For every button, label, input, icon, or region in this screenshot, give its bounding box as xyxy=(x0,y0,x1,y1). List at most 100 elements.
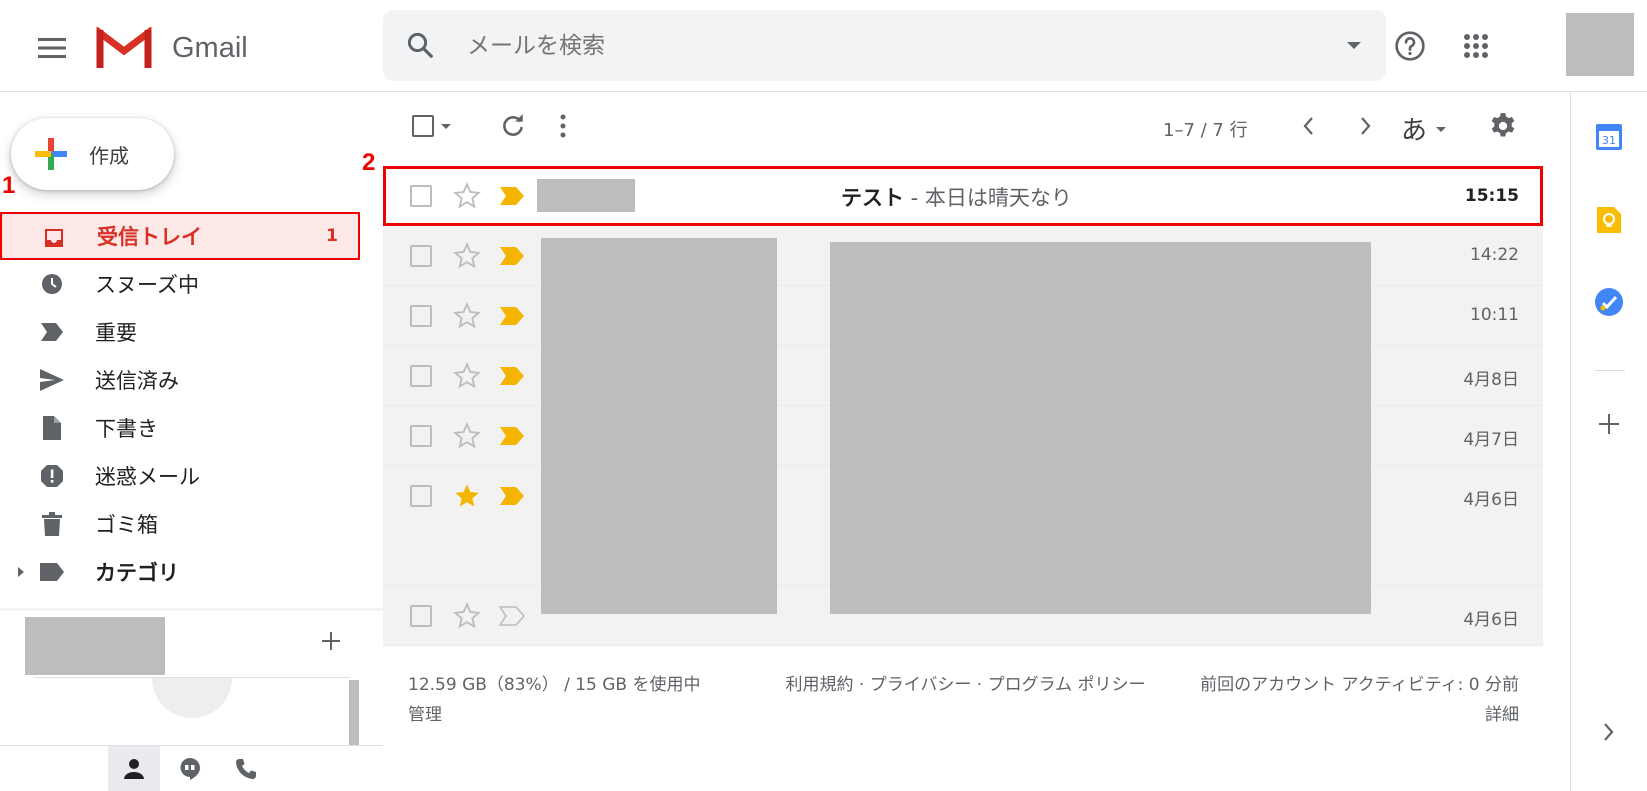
row-checkbox[interactable] xyxy=(410,365,432,387)
help-button[interactable] xyxy=(1386,22,1434,70)
settings-button[interactable] xyxy=(1485,108,1521,144)
row-checkbox[interactable] xyxy=(410,245,432,267)
compose-button[interactable]: 作成 xyxy=(11,118,174,190)
search-bar xyxy=(383,10,1386,81)
not-important-marker-icon[interactable] xyxy=(499,606,525,626)
get-addons-button[interactable] xyxy=(1589,404,1629,444)
important-marker-icon[interactable] xyxy=(499,426,525,446)
row-checkbox[interactable] xyxy=(410,485,432,507)
star-outline-icon[interactable] xyxy=(453,182,481,210)
hangouts-tab-bar xyxy=(0,745,383,791)
redacted-senders-block xyxy=(541,238,777,614)
star-filled-icon[interactable] xyxy=(453,482,481,510)
hangouts-user-avatar[interactable] xyxy=(25,617,165,675)
refresh-button[interactable] xyxy=(495,108,531,144)
sidebar-item-important[interactable]: 重要 xyxy=(0,308,360,356)
activity-details-link[interactable]: 詳細 xyxy=(1200,700,1519,730)
more-options-button[interactable] xyxy=(551,108,575,144)
hangouts-scrollbar[interactable] xyxy=(349,680,359,746)
conversations-tab[interactable] xyxy=(164,746,216,791)
calendar-day: 31 xyxy=(1602,134,1616,147)
email-time: 4月7日 xyxy=(1463,430,1519,450)
calendar-icon: 31 xyxy=(1596,124,1622,150)
redacted-subjects-block xyxy=(830,242,1371,614)
search-icon[interactable] xyxy=(405,30,435,60)
gmail-logo[interactable]: Gmail xyxy=(96,24,248,72)
add-contact-icon[interactable] xyxy=(320,630,342,652)
apps-button[interactable] xyxy=(1452,22,1500,70)
clock-icon xyxy=(38,272,66,296)
table-row[interactable]: テスト - 本日は晴天なり 15:15 xyxy=(383,166,1543,226)
older-page-button[interactable] xyxy=(1351,108,1381,144)
newer-page-button[interactable] xyxy=(1293,108,1323,144)
search-input[interactable] xyxy=(467,24,1287,68)
chevron-down-icon xyxy=(1436,126,1447,132)
chevron-left-icon xyxy=(1303,117,1313,135)
refresh-icon xyxy=(503,114,523,136)
app-name: Gmail xyxy=(172,31,248,64)
phone-tab[interactable] xyxy=(220,746,272,791)
hide-side-panel-button[interactable] xyxy=(1589,712,1629,752)
star-outline-icon[interactable] xyxy=(453,422,481,450)
important-icon xyxy=(38,320,66,344)
sidebar-item-snoozed[interactable]: スヌーズ中 xyxy=(0,260,360,308)
chat-bubble-illustration xyxy=(152,678,232,718)
storage-info: 12.59 GB（83%） / 15 GB を使用中 管理 xyxy=(408,670,701,730)
annotation-marker-2: 2 xyxy=(362,149,376,176)
hangouts-contact-area xyxy=(34,677,350,745)
email-time: 4月6日 xyxy=(1463,610,1519,630)
sidebar-item-sent[interactable]: 送信済み xyxy=(0,356,360,404)
sidebar-item-drafts[interactable]: 下書き xyxy=(0,404,360,452)
keep-addon-button[interactable] xyxy=(1589,200,1629,240)
sidebar-item-label: ゴミ箱 xyxy=(95,513,158,537)
sidebar-item-trash[interactable]: ゴミ箱 xyxy=(0,500,360,548)
expand-arrow-icon[interactable] xyxy=(16,566,26,578)
trash-icon xyxy=(38,512,66,536)
spam-icon xyxy=(38,464,66,488)
important-marker-icon[interactable] xyxy=(499,186,525,206)
sidebar-item-label: 重要 xyxy=(95,321,137,345)
select-all-button[interactable] xyxy=(408,108,458,144)
row-checkbox[interactable] xyxy=(410,305,432,327)
important-marker-icon[interactable] xyxy=(499,306,525,326)
hangouts-quote-icon xyxy=(180,758,200,780)
person-icon xyxy=(124,759,144,779)
input-tools-button[interactable]: あ xyxy=(1401,110,1449,147)
phone-icon xyxy=(236,759,256,779)
manage-storage-link[interactable]: 管理 xyxy=(408,700,701,730)
sidebar-item-label: カテゴリ xyxy=(95,561,179,585)
annotation-marker-1: 1 xyxy=(2,172,16,199)
star-outline-icon[interactable] xyxy=(453,362,481,390)
row-checkbox[interactable] xyxy=(410,185,432,207)
star-outline-icon[interactable] xyxy=(453,242,481,270)
policy-links[interactable]: 利用規約 · プライバシー · プログラム ポリシー xyxy=(778,670,1153,700)
sidebar-item-spam[interactable]: 迷惑メール xyxy=(0,452,360,500)
sidebar-item-label: 送信済み xyxy=(95,369,179,393)
contacts-tab[interactable] xyxy=(108,746,160,791)
important-marker-icon[interactable] xyxy=(499,246,525,266)
important-marker-icon[interactable] xyxy=(499,366,525,386)
tasks-addon-button[interactable] xyxy=(1589,282,1629,322)
input-mode-label: あ xyxy=(1401,116,1428,146)
email-time: 15:15 xyxy=(1464,186,1519,206)
account-avatar[interactable] xyxy=(1566,13,1634,76)
main-menu-button[interactable] xyxy=(28,24,76,72)
sidebar-item-categories[interactable]: カテゴリ xyxy=(0,548,360,596)
search-options-dropdown-icon[interactable] xyxy=(1344,32,1364,58)
email-subject: テスト - 本日は晴天なり xyxy=(841,182,1072,212)
sidebar-item-inbox[interactable]: 受信トレイ 1 xyxy=(0,212,360,260)
email-time: 10:11 xyxy=(1470,305,1519,325)
chevron-right-icon xyxy=(1361,117,1371,135)
email-time: 4月8日 xyxy=(1463,370,1519,390)
star-outline-icon[interactable] xyxy=(453,302,481,330)
star-outline-icon[interactable] xyxy=(453,602,481,630)
help-icon xyxy=(1395,31,1425,61)
important-marker-icon[interactable] xyxy=(499,486,525,506)
select-all-checkbox-icon xyxy=(412,115,434,137)
row-checkbox[interactable] xyxy=(410,425,432,447)
chevron-down-icon xyxy=(441,124,451,129)
subject-text: テスト xyxy=(841,186,904,210)
row-checkbox[interactable] xyxy=(410,605,432,627)
calendar-addon-button[interactable]: 31 xyxy=(1589,116,1629,156)
tasks-check-icon xyxy=(1595,288,1623,316)
